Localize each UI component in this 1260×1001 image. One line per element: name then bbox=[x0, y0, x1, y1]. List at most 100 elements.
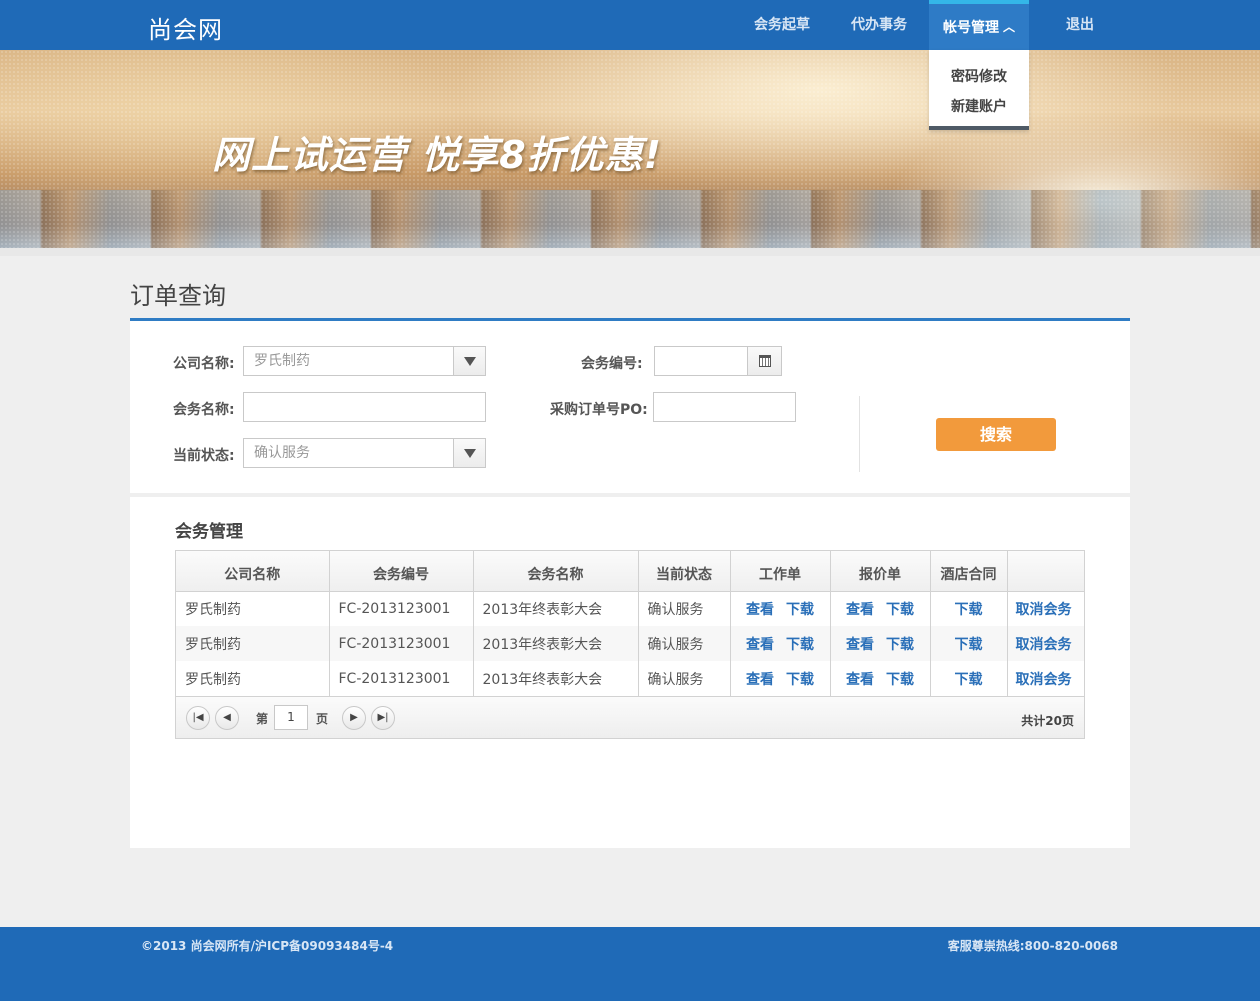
po-number-label: 采购订单号PO: bbox=[550, 402, 648, 418]
service-hotline: 客服尊崇热线:800-820-0068 bbox=[947, 939, 1118, 953]
company-cell: 罗氏制药 bbox=[176, 591, 330, 626]
chevron-up-icon: ︿ bbox=[1002, 20, 1015, 34]
nav-meeting-drafting[interactable]: 会务起草 bbox=[754, 0, 810, 50]
column-header: 工作单 bbox=[730, 551, 831, 592]
download-link[interactable]: 下载 bbox=[955, 602, 983, 618]
promo-banner: 网上试运营 悦享8折优惠! bbox=[0, 50, 1260, 256]
meeting-name-cell: 2013年终表彰大会 bbox=[473, 591, 639, 626]
status-select[interactable]: 确认服务 bbox=[243, 438, 486, 468]
download-link[interactable]: 下载 bbox=[886, 637, 914, 653]
page-number-input[interactable]: 1 bbox=[274, 705, 308, 730]
cancel-meeting-link[interactable]: 取消会务 bbox=[1016, 637, 1072, 653]
menu-item-new-account[interactable]: 新建账户 bbox=[951, 96, 1007, 116]
meeting-number-cell: FC-2013123001 bbox=[329, 661, 474, 696]
previous-page-button[interactable]: ◀ bbox=[215, 706, 239, 730]
calendar-button[interactable] bbox=[747, 347, 781, 375]
column-header bbox=[1007, 551, 1084, 592]
pagination-bar: |◀ ◀ 第 1 页 ▶ ▶| 共计20页 bbox=[176, 696, 1084, 738]
site-logo[interactable]: 尚会网 bbox=[148, 10, 223, 45]
meeting-management-panel: 会务管理 公司名称 会务编号 会务名称 当前状态 工作单 报价单 酒店合同 罗氏… bbox=[130, 497, 1130, 848]
download-link[interactable]: 下载 bbox=[886, 602, 914, 618]
status-label: 当前状态: bbox=[173, 448, 235, 464]
total-pages-label: 共计20页 bbox=[1021, 714, 1074, 728]
section-title: 会务管理 bbox=[175, 522, 243, 542]
status-select-value: 确认服务 bbox=[254, 445, 310, 461]
company-select[interactable]: 罗氏制药 bbox=[243, 346, 486, 376]
status-cell: 确认服务 bbox=[638, 626, 731, 661]
company-cell: 罗氏制药 bbox=[176, 661, 330, 696]
banner-slogan: 网上试运营 悦享8折优惠! bbox=[212, 133, 663, 177]
cancel-meeting-link[interactable]: 取消会务 bbox=[1016, 602, 1072, 618]
action-cell: 取消会务 bbox=[1007, 591, 1084, 626]
account-dropdown-menu: 密码修改 新建账户 bbox=[929, 50, 1029, 130]
meeting-number-input[interactable] bbox=[654, 346, 782, 376]
download-link[interactable]: 下载 bbox=[786, 672, 814, 688]
column-header: 公司名称 bbox=[176, 551, 330, 592]
work-order-cell: 查看 下载 bbox=[730, 661, 831, 696]
meeting-number-cell: FC-2013123001 bbox=[329, 591, 474, 626]
top-navbar: 尚会网 会务起草 代办事务 帐号管理 ︿ 退出 bbox=[0, 0, 1260, 50]
view-link[interactable]: 查看 bbox=[746, 672, 774, 688]
column-header: 报价单 bbox=[830, 551, 931, 592]
table-header-row: 公司名称 会务编号 会务名称 当前状态 工作单 报价单 酒店合同 bbox=[176, 551, 1084, 592]
next-page-icon: ▶ bbox=[350, 712, 358, 723]
cancel-meeting-link[interactable]: 取消会务 bbox=[1016, 672, 1072, 688]
po-number-input[interactable] bbox=[653, 392, 796, 422]
download-link[interactable]: 下载 bbox=[955, 637, 983, 653]
download-link[interactable]: 下载 bbox=[886, 672, 914, 688]
column-header: 会务编号 bbox=[329, 551, 474, 592]
company-cell: 罗氏制药 bbox=[176, 626, 330, 661]
view-link[interactable]: 查看 bbox=[846, 637, 874, 653]
table-row: 罗氏制药 FC-2013123001 2013年终表彰大会 确认服务 查看 下载 … bbox=[176, 626, 1084, 661]
nav-logout[interactable]: 退出 bbox=[1066, 0, 1094, 50]
status-select-toggle[interactable] bbox=[453, 439, 485, 467]
company-select-value: 罗氏制药 bbox=[254, 353, 310, 369]
work-order-cell: 查看 下载 bbox=[730, 626, 831, 661]
view-link[interactable]: 查看 bbox=[746, 637, 774, 653]
download-link[interactable]: 下载 bbox=[955, 672, 983, 688]
meeting-table: 公司名称 会务编号 会务名称 当前状态 工作单 报价单 酒店合同 罗氏制药 FC… bbox=[175, 550, 1085, 739]
table-row: 罗氏制药 FC-2013123001 2013年终表彰大会 确认服务 查看 下载 … bbox=[176, 661, 1084, 696]
status-cell: 确认服务 bbox=[638, 591, 731, 626]
company-label: 公司名称: bbox=[173, 356, 235, 372]
column-header: 酒店合同 bbox=[930, 551, 1008, 592]
form-divider bbox=[859, 396, 860, 472]
download-link[interactable]: 下载 bbox=[786, 602, 814, 618]
view-link[interactable]: 查看 bbox=[846, 672, 874, 688]
company-select-toggle[interactable] bbox=[453, 347, 485, 375]
footer: ©2013 尚会网所有/沪ICP备09093484号-4 客服尊崇热线:800-… bbox=[0, 927, 1260, 1001]
menu-item-change-password[interactable]: 密码修改 bbox=[951, 66, 1007, 86]
last-page-button[interactable]: ▶| bbox=[371, 706, 395, 730]
status-cell: 确认服务 bbox=[638, 661, 731, 696]
meeting-name-cell: 2013年终表彰大会 bbox=[473, 661, 639, 696]
previous-page-icon: ◀ bbox=[223, 712, 231, 723]
view-link[interactable]: 查看 bbox=[746, 602, 774, 618]
nav-account-label: 帐号管理 bbox=[942, 20, 999, 36]
caret-down-icon bbox=[464, 357, 476, 366]
download-link[interactable]: 下载 bbox=[786, 637, 814, 653]
first-page-button[interactable]: |◀ bbox=[186, 706, 210, 730]
meeting-name-label: 会务名称: bbox=[173, 402, 235, 418]
action-cell: 取消会务 bbox=[1007, 661, 1084, 696]
search-form-panel: 公司名称: 罗氏制药 会务编号: 会务名称: 采购订单号PO: 当前状态: 确认… bbox=[130, 321, 1130, 493]
search-button[interactable]: 搜索 bbox=[936, 418, 1056, 451]
nav-account-management[interactable]: 帐号管理 ︿ bbox=[929, 0, 1029, 50]
next-page-button[interactable]: ▶ bbox=[342, 706, 366, 730]
view-link[interactable]: 查看 bbox=[846, 602, 874, 618]
column-header: 会务名称 bbox=[473, 551, 639, 592]
table-row: 罗氏制药 FC-2013123001 2013年终表彰大会 确认服务 查看 下载 … bbox=[176, 591, 1084, 626]
caret-down-icon bbox=[464, 449, 476, 458]
meeting-number-label: 会务编号: bbox=[581, 356, 643, 372]
column-header: 当前状态 bbox=[638, 551, 731, 592]
work-order-cell: 查看 下载 bbox=[730, 591, 831, 626]
meeting-name-input[interactable] bbox=[243, 392, 486, 422]
nav-agent-affairs[interactable]: 代办事务 bbox=[851, 0, 907, 50]
hotel-contract-cell: 下载 bbox=[930, 661, 1008, 696]
first-page-icon: |◀ bbox=[192, 712, 204, 723]
hotel-contract-cell: 下载 bbox=[930, 626, 1008, 661]
banner-bottom-strip bbox=[0, 248, 1260, 256]
quotation-cell: 查看 下载 bbox=[830, 591, 931, 626]
page-suffix-label: 页 bbox=[316, 712, 329, 726]
last-page-icon: ▶| bbox=[377, 712, 389, 723]
quotation-cell: 查看 下载 bbox=[830, 661, 931, 696]
